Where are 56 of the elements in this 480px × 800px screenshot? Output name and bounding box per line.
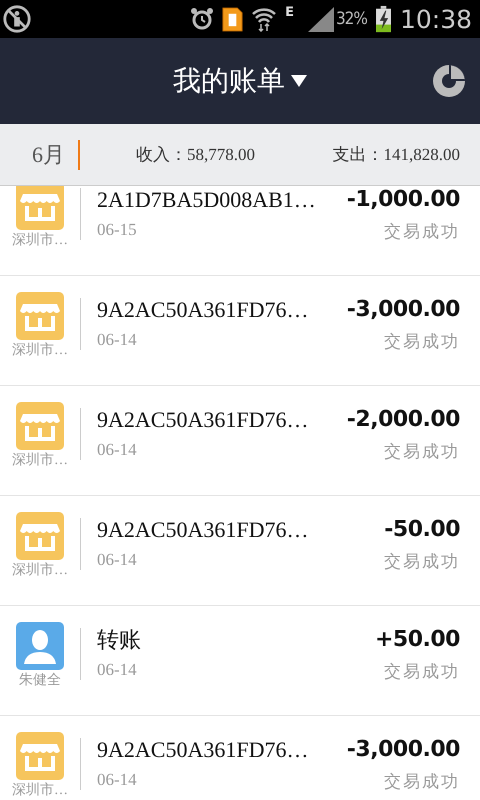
month-label[interactable]: 6月 xyxy=(32,140,65,170)
transaction-title: 转账 xyxy=(97,628,142,652)
shop-icon xyxy=(16,512,64,560)
transaction-date: 06-14 xyxy=(97,550,138,570)
battery-charging-icon xyxy=(374,5,392,33)
transaction-date: 06-14 xyxy=(97,660,138,680)
transaction-row[interactable]: 深圳市… 9A2AC50A361FD76… 06-14 -3,000.00 交易成功 xyxy=(0,276,480,386)
transaction-row[interactable]: 深圳市… 2A1D7BA5D008AB1… 06-15 -1,000.00 交易成功 xyxy=(0,186,480,276)
network-type: E xyxy=(285,5,294,20)
counterparty-name: 深圳市… xyxy=(12,234,68,249)
transaction-status: 交易成功 xyxy=(384,331,460,354)
counterparty-name: 深圳市… xyxy=(12,344,68,359)
transaction-status: 交易成功 xyxy=(384,771,460,794)
income-total: 收入：58,778.00 xyxy=(136,144,255,166)
transaction-status: 交易成功 xyxy=(384,661,460,684)
transaction-amount: -50.00 xyxy=(384,518,460,542)
alarm-icon xyxy=(190,7,214,31)
transaction-amount: -2,000.00 xyxy=(346,408,460,432)
counterparty-name: 朱健全 xyxy=(19,674,61,689)
transaction-date: 06-14 xyxy=(97,330,138,350)
person-icon xyxy=(16,622,64,670)
transaction-row[interactable]: 深圳市… 9A2AC50A361FD76… 06-14 -2,000.00 交易成功 xyxy=(0,386,480,496)
shop-icon xyxy=(16,292,64,340)
blocked-icon xyxy=(2,4,32,34)
transaction-date: 06-15 xyxy=(97,220,138,240)
counterparty-name: 深圳市… xyxy=(12,564,68,579)
caret-icon xyxy=(291,75,307,87)
counterparty-name: 深圳市… xyxy=(12,784,68,799)
pie-chart-button[interactable] xyxy=(432,64,466,98)
transaction-title: 9A2AC50A361FD76… xyxy=(97,518,310,542)
battery-percent: 32% xyxy=(336,9,367,29)
transaction-row[interactable]: 深圳市… 9A2AC50A361FD76… 06-14 -50.00 交易成功 xyxy=(0,496,480,606)
transaction-amount: -1,000.00 xyxy=(346,188,460,212)
counterparty-name: 深圳市… xyxy=(12,454,68,469)
transaction-row[interactable]: 朱健全 转账 06-14 +50.00 交易成功 xyxy=(0,606,480,716)
transaction-amount: -3,000.00 xyxy=(346,738,460,762)
transaction-title: 9A2AC50A361FD76… xyxy=(97,408,310,432)
transaction-status: 交易成功 xyxy=(384,221,460,244)
shop-icon xyxy=(16,732,64,780)
transaction-status: 交易成功 xyxy=(384,441,460,464)
clock: 10:38 xyxy=(400,4,472,34)
bill-title-dropdown[interactable]: 我的账单 xyxy=(173,62,307,100)
transaction-status: 交易成功 xyxy=(384,551,460,574)
shop-icon xyxy=(16,402,64,450)
shop-icon xyxy=(16,186,64,230)
transaction-title: 9A2AC50A361FD76… xyxy=(97,738,310,762)
transaction-date: 06-14 xyxy=(97,770,138,790)
signal-icon xyxy=(306,5,336,33)
transaction-title: 2A1D7BA5D008AB1… xyxy=(97,188,317,212)
transaction-amount: +50.00 xyxy=(374,628,460,652)
transaction-row[interactable]: 深圳市… 9A2AC50A361FD76… 06-14 -3,000.00 交易成功 xyxy=(0,716,480,800)
transaction-amount: -3,000.00 xyxy=(346,298,460,322)
transaction-date: 06-14 xyxy=(97,440,138,460)
transaction-title: 9A2AC50A361FD76… xyxy=(97,298,310,322)
wifi-icon xyxy=(251,6,278,32)
expense-total: 支出：141,828.00 xyxy=(332,144,460,166)
